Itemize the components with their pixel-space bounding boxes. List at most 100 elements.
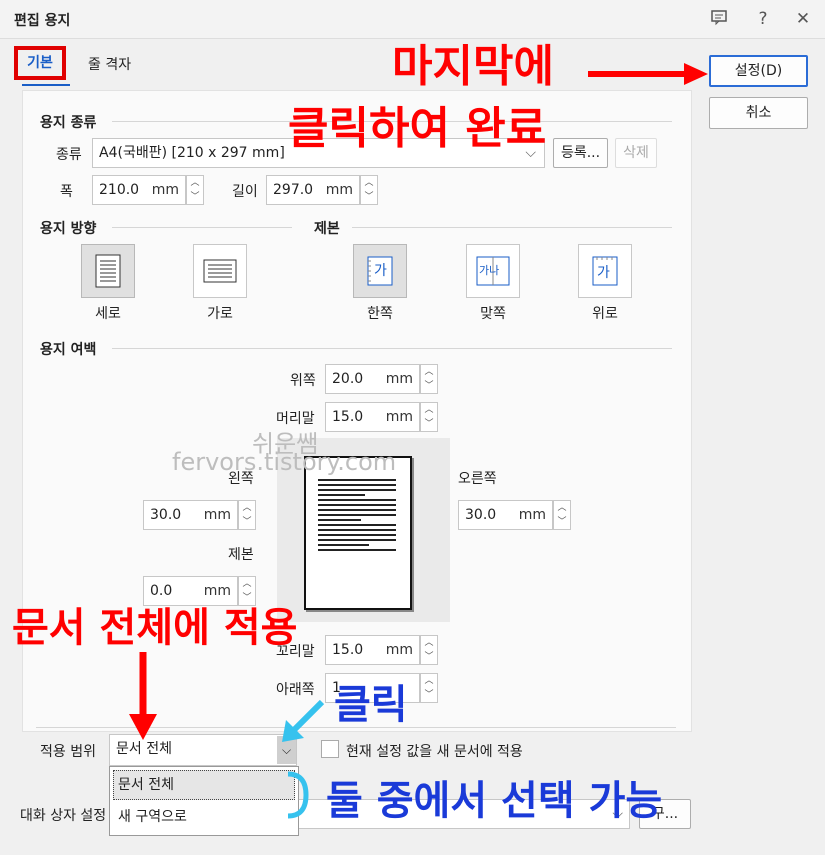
chevron-down-icon[interactable]: ﹀ <box>361 190 377 204</box>
apply-new-doc-label: 현재 설정 값을 새 문서에 적용 <box>346 744 523 760</box>
left-margin-unit: mm <box>203 507 231 523</box>
binding-top-option[interactable]: 가 <box>578 244 632 298</box>
tab-active-indicator <box>22 84 70 86</box>
comment-icon[interactable] <box>708 8 730 30</box>
chevron-down-icon[interactable]: ﹀ <box>421 650 437 664</box>
right-margin-unit: mm <box>518 507 546 523</box>
binding-single-option[interactable]: 가 <box>353 244 407 298</box>
width-stepper[interactable]: ︿ ﹀ <box>186 175 204 205</box>
delete-button[interactable]: 삭제 <box>615 138 657 168</box>
header-margin-value: 15.0 <box>332 409 364 425</box>
facing-binding-glyph: 가나 <box>479 264 500 277</box>
chevron-down-icon[interactable]: ﹀ <box>187 190 203 204</box>
footer-margin-input[interactable]: 15.0 mm <box>325 635 420 665</box>
arrow-down-left-icon <box>282 699 325 742</box>
chevron-up-icon[interactable]: ︿ <box>239 577 255 591</box>
footer-margin-unit: mm <box>385 642 413 658</box>
preview-text-lines <box>318 476 396 554</box>
orientation-portrait-option[interactable] <box>81 244 135 298</box>
height-input[interactable]: 297.0 mm <box>266 175 360 205</box>
left-margin-input[interactable]: 30.0 mm <box>143 500 238 530</box>
top-binding-glyph: 가 <box>597 265 610 281</box>
dropdown-option-whole-doc[interactable]: 문서 전체 <box>113 770 295 800</box>
header-margin-input[interactable]: 15.0 mm <box>325 402 420 432</box>
annotation-click-to-finish: 클릭하여 완료 <box>288 103 547 154</box>
single-binding-label: 한쪽 <box>367 306 393 322</box>
chevron-up-icon[interactable]: ︿ <box>187 176 203 190</box>
chevron-up-icon[interactable]: ︿ <box>239 501 255 515</box>
right-margin-input[interactable]: 30.0 mm <box>458 500 553 530</box>
apply-range-dropdown: 문서 전체 새 구역으로 <box>109 766 299 836</box>
top-margin-label: 위쪽 <box>290 373 316 389</box>
help-icon[interactable]: ? <box>752 8 774 30</box>
portrait-page-icon <box>95 254 121 288</box>
width-value: 210.0 <box>99 182 140 198</box>
close-icon[interactable]: ✕ <box>792 8 814 30</box>
width-label: 폭 <box>60 184 73 200</box>
dialog-settings-label: 대화 상자 설정 <box>20 808 107 824</box>
separator <box>112 227 292 228</box>
chevron-down-icon[interactable]: ﹀ <box>239 515 255 529</box>
top-margin-unit: mm <box>385 371 413 387</box>
width-input[interactable]: 210.0 mm <box>92 175 186 205</box>
landscape-page-icon <box>203 259 237 283</box>
watermark-line2: fervors.tistory.com <box>172 448 397 476</box>
cancel-button[interactable]: 취소 <box>709 97 808 129</box>
annotation-choose: 둘 중에서 선택 가능 <box>326 778 663 824</box>
paper-kind-value: A4(국배판) [210 x 297 mm] <box>99 145 285 161</box>
single-binding-glyph: 가 <box>374 263 387 279</box>
ok-button[interactable]: 설정(D) <box>709 55 808 87</box>
paper-type-heading: 용지 종류 <box>40 115 97 131</box>
portrait-label: 세로 <box>95 306 121 322</box>
dropdown-option-new-section[interactable]: 새 구역으로 <box>113 803 295 831</box>
binding-facing-option[interactable]: 가나 <box>466 244 520 298</box>
kind-label: 종류 <box>56 147 82 163</box>
top-margin-input[interactable]: 20.0 mm <box>325 364 420 394</box>
orientation-landscape-option[interactable] <box>193 244 247 298</box>
arrow-right-icon <box>588 63 708 85</box>
window-title: 편집 용지 <box>14 13 71 29</box>
header-margin-stepper[interactable]: ︿ ﹀ <box>420 402 438 432</box>
chevron-up-icon[interactable]: ︿ <box>421 365 437 379</box>
separator <box>112 348 672 349</box>
binding-heading: 제본 <box>314 221 340 237</box>
facing-binding-label: 맞쪽 <box>480 306 506 322</box>
right-margin-stepper[interactable]: ︿ ﹀ <box>553 500 571 530</box>
right-margin-value: 30.0 <box>465 507 497 523</box>
header-margin-unit: mm <box>385 409 413 425</box>
page-preview <box>304 456 412 610</box>
landscape-label: 가로 <box>207 306 233 322</box>
footer-margin-stepper[interactable]: ︿ ﹀ <box>420 635 438 665</box>
annotation-click: 클릭 <box>334 682 408 728</box>
chevron-down-icon[interactable]: ﹀ <box>421 379 437 393</box>
margins-heading: 용지 여백 <box>40 342 97 358</box>
bottom-margin-label: 아래쪽 <box>276 682 315 698</box>
tab-basic[interactable]: 기본 <box>14 46 66 80</box>
chevron-up-icon[interactable]: ︿ <box>421 403 437 417</box>
chevron-down-icon[interactable]: ﹀ <box>421 688 437 702</box>
gutter-label: 제본 <box>228 547 254 563</box>
tab-line-grid[interactable]: 줄 격자 <box>88 54 131 74</box>
arrow-down-icon <box>129 652 157 740</box>
chevron-up-icon[interactable]: ︿ <box>421 674 437 688</box>
width-unit: mm <box>151 182 179 198</box>
bottom-margin-stepper[interactable]: ︿ ﹀ <box>420 673 438 703</box>
top-margin-stepper[interactable]: ︿ ﹀ <box>420 364 438 394</box>
annotation-apply-all: 문서 전체에 적용 <box>12 605 298 651</box>
height-stepper[interactable]: ︿ ﹀ <box>360 175 378 205</box>
left-margin-stepper[interactable]: ︿ ﹀ <box>238 500 256 530</box>
left-margin-label: 왼쪽 <box>228 471 254 487</box>
top-binding-label: 위로 <box>592 306 618 322</box>
height-unit: mm <box>325 182 353 198</box>
chevron-up-icon[interactable]: ︿ <box>361 176 377 190</box>
chevron-up-icon[interactable]: ︿ <box>421 636 437 650</box>
chevron-down-icon[interactable]: ﹀ <box>554 515 570 529</box>
footer-margin-value: 15.0 <box>332 642 364 658</box>
bracket-icon <box>287 771 309 819</box>
register-button[interactable]: 등록... <box>553 138 608 168</box>
chevron-up-icon[interactable]: ︿ <box>554 501 570 515</box>
left-margin-value: 30.0 <box>150 507 182 523</box>
chevron-down-icon[interactable]: ﹀ <box>421 417 437 431</box>
separator <box>352 227 672 228</box>
height-label: 길이 <box>232 184 258 200</box>
